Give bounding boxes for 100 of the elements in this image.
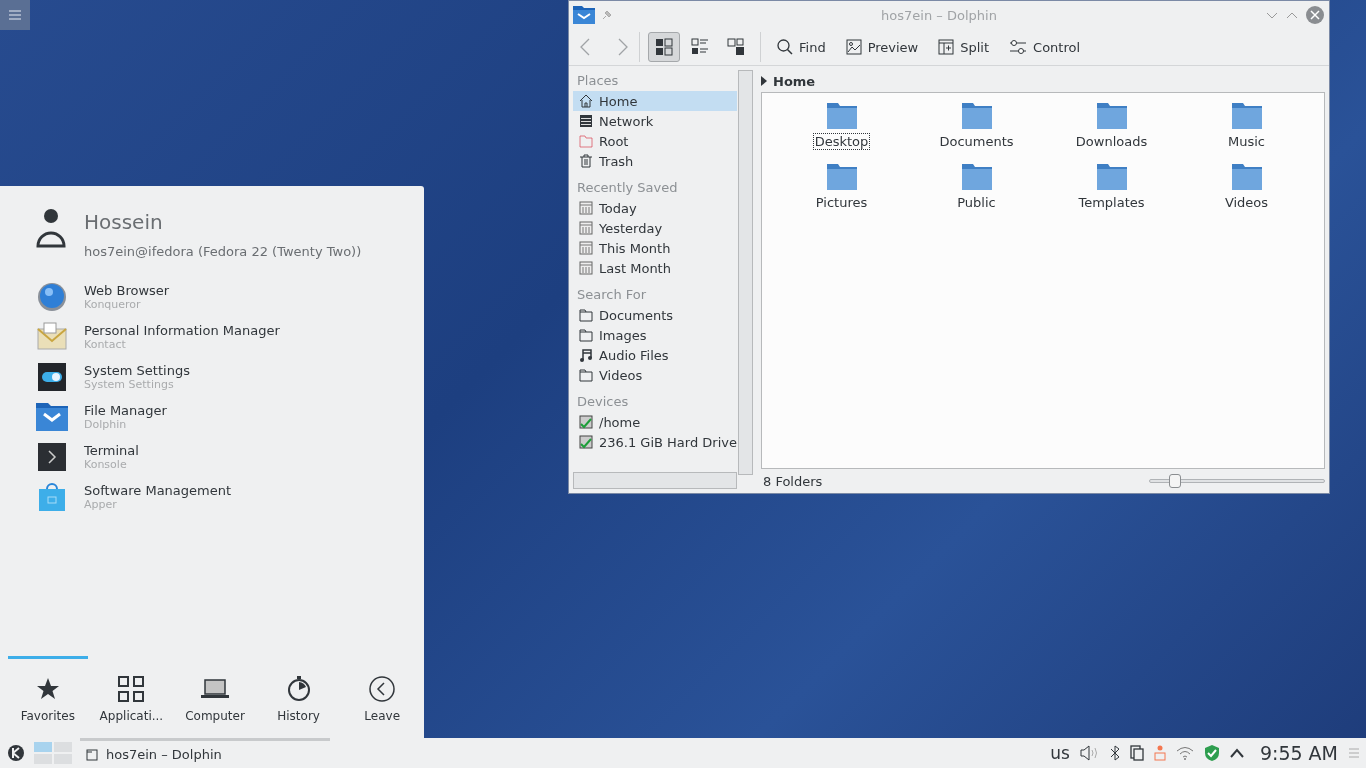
view-mode-button[interactable] [648, 32, 680, 62]
places-item[interactable]: Images [573, 325, 737, 345]
tree-view-icon [727, 38, 745, 56]
shopping-bag-icon [39, 483, 65, 511]
bluetooth-icon [1109, 745, 1120, 761]
launcher-tab[interactable]: Favorites [8, 656, 88, 724]
places-item[interactable]: Yesterday [573, 218, 737, 238]
places-item[interactable]: Audio Files [573, 345, 737, 365]
chevron-up-icon [1229, 748, 1244, 758]
folder-icon [579, 368, 593, 382]
toolbar-button[interactable]: Control [1001, 35, 1089, 59]
slider-thumb[interactable] [1169, 474, 1182, 488]
clipboard-icon [1129, 745, 1144, 761]
launcher-tab[interactable]: Applicati... [91, 656, 172, 724]
user-host: hos7ein@ifedora (Fedora 22 (Twenty Two)) [84, 244, 362, 259]
toolbar-button[interactable]: Split [930, 35, 998, 59]
horizontal-scrollbar[interactable] [573, 472, 737, 489]
launcher-tab[interactable]: Leave [342, 656, 422, 724]
folder-name[interactable]: Templates [1076, 194, 1147, 211]
places-item[interactable]: Today [573, 198, 737, 218]
trash-icon [579, 154, 593, 168]
folder-name[interactable]: Public [955, 194, 998, 211]
icon-grid-view-icon [655, 38, 673, 56]
folder-name[interactable]: Downloads [1073, 133, 1150, 150]
drive-icon [579, 415, 593, 429]
places-item[interactable]: 236.1 GiB Hard Drive [573, 432, 737, 452]
folder-icon [1231, 103, 1262, 129]
picture-icon [845, 39, 862, 55]
calendar-icon [579, 201, 593, 215]
launcher-tab[interactable]: History [258, 656, 339, 724]
favorite-app-item[interactable]: Personal Information Manager Kontact [0, 317, 424, 357]
folder-icon [579, 308, 593, 322]
folder-icon [1231, 164, 1262, 190]
launcher-tab[interactable]: Computer [175, 656, 255, 724]
folder-name[interactable]: Videos [1222, 194, 1271, 211]
user-name: Hossein [84, 210, 164, 234]
places-section-title: Places [576, 72, 620, 90]
calendar-icon [579, 261, 593, 275]
house-icon [579, 94, 593, 108]
favorite-app-item[interactable]: File Manager Dolphin [0, 397, 424, 437]
folder-name[interactable]: Pictures [813, 194, 870, 211]
folder-icon [1096, 164, 1127, 190]
places-item[interactable]: Home [573, 91, 737, 111]
compact-list-view-icon [691, 38, 709, 56]
toolbar-button[interactable]: Preview [837, 35, 927, 59]
kde-logo-icon [6, 743, 26, 763]
folder-name[interactable]: Music [1226, 133, 1267, 150]
places-item[interactable]: Last Month [573, 258, 737, 278]
places-item[interactable]: Network [573, 111, 737, 131]
window-icon [86, 748, 98, 761]
desktop-toolbox-button[interactable] [0, 0, 30, 30]
toolbar-button[interactable]: Find [769, 35, 834, 59]
back-circle-icon [369, 676, 396, 702]
breadcrumb-location[interactable]: Home [773, 73, 816, 89]
calendar-icon [579, 221, 593, 235]
person-icon [1153, 745, 1166, 761]
places-item[interactable]: Videos [573, 365, 737, 385]
search-icon [777, 39, 793, 55]
star-icon [35, 677, 60, 701]
favorite-app-item[interactable]: Web Browser Konqueror [0, 277, 424, 317]
folder-icon [579, 134, 593, 148]
clock[interactable]: 9:55 AM [1259, 742, 1338, 764]
task-button[interactable]: hos7ein – Dolphin [80, 738, 330, 768]
virtual-desktop-pager[interactable] [34, 742, 72, 764]
places-item[interactable]: This Month [573, 238, 737, 258]
menu-icon [1348, 747, 1360, 759]
envelope-icon [36, 321, 68, 353]
split-view-icon [938, 39, 955, 55]
vertical-scrollbar[interactable] [738, 70, 753, 475]
zoom-slider[interactable] [1149, 473, 1325, 489]
terminal-icon [38, 443, 66, 471]
places-item[interactable]: Trash [573, 151, 737, 171]
places-item[interactable]: Documents [573, 305, 737, 325]
places-item[interactable]: Root [573, 131, 737, 151]
user-avatar-icon [36, 208, 66, 248]
folder-icon [826, 164, 857, 190]
folder-icon [961, 164, 992, 190]
sliders-icon [1009, 39, 1028, 55]
folder-icon [961, 103, 992, 129]
menu-icon [8, 9, 22, 21]
places-section-title: Search For [576, 286, 648, 304]
folder-icon [1096, 103, 1127, 129]
status-text: 8 Folders [763, 473, 823, 489]
folder-icon [826, 103, 857, 129]
places-section-title: Devices [576, 393, 630, 411]
places-section-title: Recently Saved [576, 179, 679, 197]
speaker-icon [1079, 745, 1100, 761]
wifi-icon [1175, 746, 1194, 760]
favorite-app-item[interactable]: Terminal Konsole [0, 437, 424, 477]
folder-icon [573, 6, 595, 24]
keyboard-layout[interactable]: us [1050, 743, 1070, 763]
music-note-icon [579, 348, 593, 362]
stopwatch-icon [286, 676, 311, 702]
folder-name[interactable]: Desktop [812, 133, 871, 150]
folder-name[interactable]: Documents [937, 133, 1016, 150]
shield-icon [1203, 744, 1220, 762]
favorite-app-item[interactable]: System Settings System Settings [0, 357, 424, 397]
places-item[interactable]: /home [573, 412, 737, 432]
favorite-app-item[interactable]: Software Management Apper [0, 477, 424, 517]
expand-arrow-icon [761, 76, 767, 86]
